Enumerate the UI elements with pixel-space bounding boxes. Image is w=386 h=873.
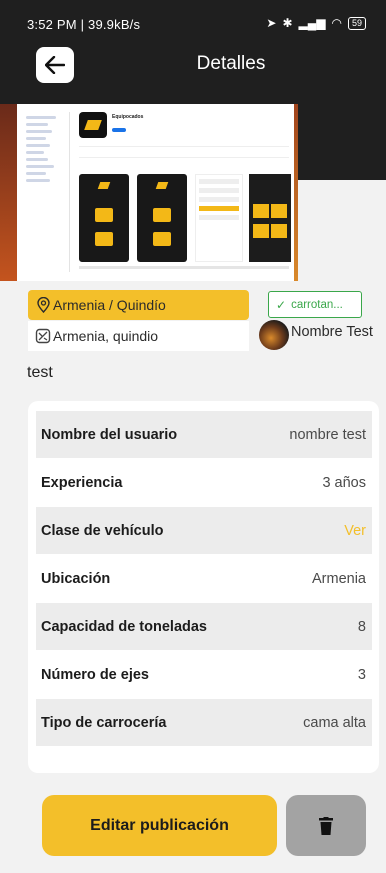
image-screenshot-3 bbox=[195, 174, 243, 262]
details-card: Nombre del usuario nombre test Experienc… bbox=[28, 401, 379, 773]
detail-label: Nombre del usuario bbox=[41, 426, 178, 443]
edit-button-label: Editar publicación bbox=[90, 816, 229, 834]
detail-label: Capacidad de toneladas bbox=[41, 618, 207, 635]
detail-row: Tipo de carrocería cama alta bbox=[36, 699, 372, 746]
image-stats-row bbox=[79, 146, 289, 158]
delete-button[interactable] bbox=[286, 795, 366, 856]
status-icons: ➤ ✱ ▂▄▆ ◠ 59 bbox=[266, 16, 366, 30]
detail-row: Número de ejes 3 bbox=[36, 651, 372, 698]
battery-icon: 59 bbox=[347, 16, 366, 30]
map-pin-icon bbox=[37, 297, 50, 313]
hero-image-edge bbox=[0, 104, 17, 281]
wifi-icon: ◠ bbox=[331, 16, 342, 30]
check-icon: ✓ bbox=[276, 297, 287, 312]
detail-row: Capacidad de toneladas 8 bbox=[36, 603, 372, 650]
city-map-icon bbox=[35, 328, 51, 344]
detail-label: Número de ejes bbox=[41, 666, 149, 683]
detail-label: Clase de vehículo bbox=[41, 522, 164, 539]
detail-value: Armenia bbox=[312, 570, 366, 587]
app-logo-icon bbox=[79, 112, 107, 138]
user-chip-label: carrotan... bbox=[291, 298, 343, 311]
detail-row: Ubicación Armenia bbox=[36, 555, 372, 602]
status-bar: 3:52 PM | 39.9kB/s ➤ ✱ ▂▄▆ ◠ 59 bbox=[0, 0, 386, 40]
publication-description: test bbox=[27, 364, 53, 381]
hero-image-edge bbox=[294, 104, 298, 281]
status-time: 3:52 PM | 39.9kB/s bbox=[27, 17, 141, 32]
location-text: Armenia / Quindío bbox=[53, 297, 166, 313]
image-screenshot-1 bbox=[79, 174, 129, 262]
detail-row: Nombre del usuario nombre test bbox=[36, 411, 372, 458]
city-text: Armenia, quindio bbox=[53, 328, 159, 344]
publication-image[interactable]: Equipocados bbox=[17, 104, 294, 281]
image-app-name: Equipocados bbox=[112, 114, 144, 120]
vehicle-class-link[interactable]: Ver bbox=[344, 523, 366, 539]
image-screenshot-2 bbox=[137, 174, 187, 262]
detail-value: 8 bbox=[357, 618, 366, 635]
detail-value: 3 años bbox=[322, 474, 366, 491]
city-chip: Armenia, quindio bbox=[28, 321, 249, 351]
image-screenshot-4 bbox=[249, 174, 291, 262]
detail-value: 3 bbox=[357, 666, 366, 683]
page-title: Detalles bbox=[196, 53, 266, 74]
app-bar-extension bbox=[294, 104, 386, 180]
avatar bbox=[259, 320, 289, 350]
owner-name: Nombre Test bbox=[291, 324, 373, 340]
detail-label: Tipo de carrocería bbox=[41, 714, 167, 731]
signal-icon: ▂▄▆ bbox=[298, 16, 326, 30]
detail-label: Experiencia bbox=[41, 474, 123, 491]
image-footer bbox=[79, 266, 289, 269]
location-chip: Armenia / Quindío bbox=[28, 290, 249, 320]
trash-icon bbox=[319, 816, 333, 835]
detail-row: Experiencia 3 años bbox=[36, 459, 372, 506]
image-sidebar bbox=[20, 112, 70, 272]
edit-publication-button[interactable]: Editar publicación bbox=[42, 795, 277, 856]
verified-user-chip[interactable]: ✓ carrotan... bbox=[268, 291, 362, 318]
bluetooth-icon: ✱ bbox=[282, 16, 293, 30]
detail-value: nombre test bbox=[289, 426, 366, 443]
location-arrow-icon: ➤ bbox=[266, 16, 277, 30]
detail-value: cama alta bbox=[303, 714, 366, 731]
image-install-button bbox=[112, 128, 126, 132]
detail-row: Clase de vehículo Ver bbox=[36, 507, 372, 554]
detail-label: Ubicación bbox=[41, 570, 111, 587]
